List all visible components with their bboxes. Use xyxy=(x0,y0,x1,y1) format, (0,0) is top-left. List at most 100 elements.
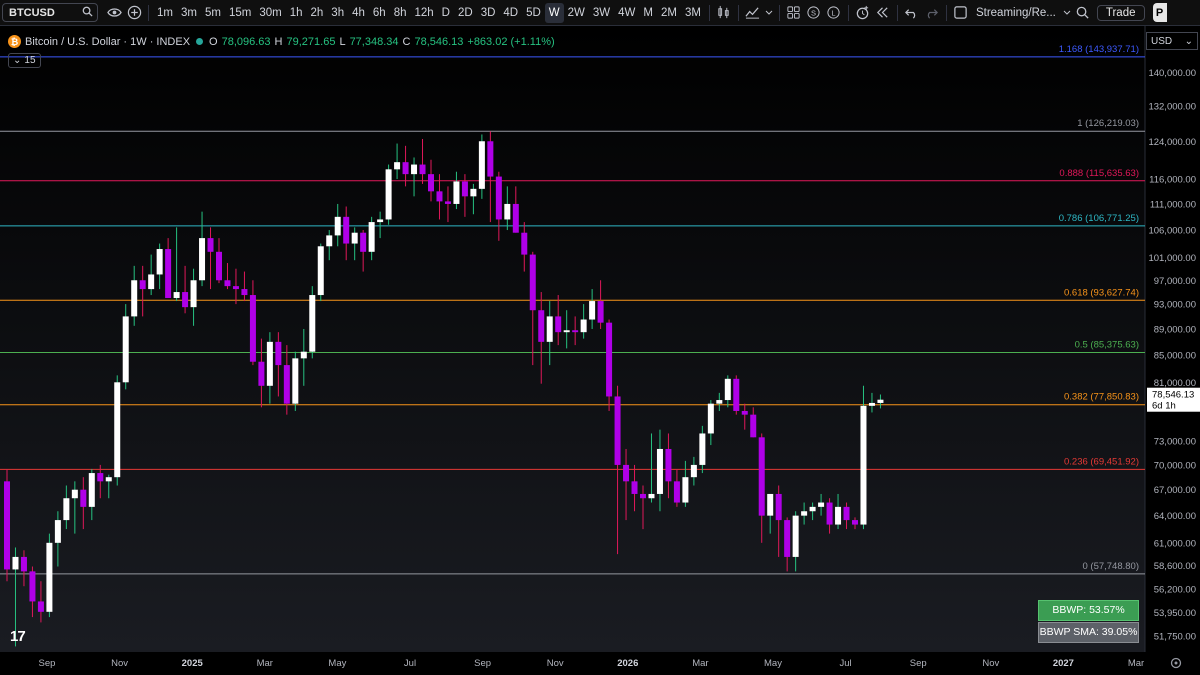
candle-body xyxy=(309,295,316,352)
candle-body xyxy=(71,489,78,499)
candle-body xyxy=(470,188,477,197)
candle-body xyxy=(648,493,655,499)
s-circle-icon[interactable]: S xyxy=(804,3,824,23)
interval-2d[interactable]: 2D xyxy=(454,3,477,23)
toolbar-separator xyxy=(896,4,898,21)
interval-8h[interactable]: 8h xyxy=(390,3,411,23)
last-price-tag: 78,546.13 6d 1h xyxy=(1147,387,1200,412)
time-tick-label: Mar xyxy=(1128,658,1144,669)
add-symbol-icon[interactable] xyxy=(124,3,144,23)
redo-icon[interactable] xyxy=(922,3,942,23)
interval-4h[interactable]: 4h xyxy=(348,3,369,23)
candle-body xyxy=(139,280,146,290)
high-label: H xyxy=(274,35,283,48)
candle-body xyxy=(190,280,197,308)
candle-body xyxy=(809,506,816,512)
candle-body xyxy=(343,216,350,244)
interval-5d[interactable]: 5D xyxy=(522,3,545,23)
candle-body xyxy=(224,280,231,287)
interval-5m[interactable]: 5m xyxy=(201,3,225,23)
interval-2h[interactable]: 2h xyxy=(307,3,328,23)
price-chart[interactable]: 1.168 (143,937.71) 1 (126,219.03) 0.888 (1… xyxy=(0,0,1200,675)
candle-body xyxy=(495,176,502,220)
interval-6h[interactable]: 6h xyxy=(369,3,390,23)
candle-body xyxy=(589,301,596,320)
search-icon[interactable] xyxy=(1073,3,1093,23)
interval-3m[interactable]: 3M xyxy=(681,3,705,23)
time-tick-label: Mar xyxy=(257,658,273,669)
candle-body xyxy=(606,322,613,397)
high-value: 79,271.65 xyxy=(286,35,336,48)
interval-3m[interactable]: 3m xyxy=(177,3,201,23)
candle-body xyxy=(165,249,172,299)
interval-w[interactable]: W xyxy=(544,2,564,23)
eye-icon[interactable] xyxy=(104,3,124,23)
candle-body xyxy=(682,477,689,503)
price-tick-label: 97,000.00 xyxy=(1154,276,1196,287)
candle-body xyxy=(631,481,638,494)
interval-3w[interactable]: 3W xyxy=(589,3,614,23)
candle-body xyxy=(63,498,70,521)
layouts-grid-icon[interactable] xyxy=(784,3,804,23)
interval-3d[interactable]: 3D xyxy=(477,3,500,23)
interval-m[interactable]: M xyxy=(639,3,657,23)
currency-selector[interactable]: USD ⌄ xyxy=(1146,32,1198,50)
tradingview-logo[interactable]: 17 xyxy=(10,628,26,645)
chevron-down-icon[interactable] xyxy=(763,3,775,23)
s-label: S xyxy=(811,8,816,17)
candle-body xyxy=(741,410,748,415)
replay-icon[interactable] xyxy=(873,3,893,23)
interval-15m[interactable]: 15m xyxy=(225,3,255,23)
interval-2w[interactable]: 2W xyxy=(564,3,589,23)
candle-body xyxy=(444,201,451,204)
price-tick-label: 73,000.00 xyxy=(1154,437,1196,448)
candle-body xyxy=(46,542,53,612)
candle-body xyxy=(326,235,333,247)
interval-4d[interactable]: 4D xyxy=(499,3,522,23)
candle xyxy=(46,533,53,618)
candle-body xyxy=(868,402,875,406)
price-tick-label: 64,000.00 xyxy=(1154,511,1196,522)
legend-title[interactable]: Bitcoin / U.S. Dollar · 1W · INDEX xyxy=(25,36,190,48)
interval-1m[interactable]: 1m xyxy=(153,3,177,23)
l-circle-icon[interactable]: L xyxy=(824,3,844,23)
interval-3h[interactable]: 3h xyxy=(327,3,348,23)
candle-body xyxy=(546,316,553,342)
time-tick-label: Nov xyxy=(111,658,128,669)
candle-body xyxy=(258,361,265,386)
candle-body xyxy=(614,396,621,465)
interval-30m[interactable]: 30m xyxy=(255,3,285,23)
trade-button[interactable]: Trade xyxy=(1096,4,1145,21)
candle xyxy=(122,304,129,390)
candle-body xyxy=(767,493,774,516)
publish-button[interactable]: P xyxy=(1152,3,1167,22)
alert-clock-icon[interactable] xyxy=(853,3,873,23)
layout-name[interactable]: Streaming/Re... xyxy=(971,7,1061,19)
candle xyxy=(385,164,392,225)
indicators-icon[interactable] xyxy=(743,3,763,23)
toolbar-separator xyxy=(708,4,710,21)
candle-body xyxy=(199,238,206,281)
candle-body xyxy=(784,520,791,557)
interval-d[interactable]: D xyxy=(438,3,454,23)
candle-body xyxy=(843,506,850,521)
price-axis-background xyxy=(1145,26,1200,652)
checkbox-icon[interactable] xyxy=(951,3,971,23)
time-tick-label: May xyxy=(764,658,782,669)
interval-4w[interactable]: 4W xyxy=(614,3,639,23)
candle-body xyxy=(283,365,290,404)
candle-body xyxy=(207,238,214,252)
interval-12h[interactable]: 12h xyxy=(410,3,437,23)
interval-2m[interactable]: 2M xyxy=(657,3,681,23)
price-tick-label: 85,000.00 xyxy=(1154,351,1196,362)
interval-1h[interactable]: 1h xyxy=(286,3,307,23)
indicators-toggle[interactable]: ⌄ 15 xyxy=(8,53,41,68)
candles-chart-type-icon[interactable] xyxy=(714,3,734,23)
symbol-search[interactable]: BTCUSD xyxy=(2,3,98,22)
chevron-down-icon[interactable] xyxy=(1061,3,1073,23)
fib-level-label: 1 (126,219.03) xyxy=(1077,118,1139,129)
undo-icon[interactable] xyxy=(902,3,922,23)
price-tick-label: 61,000.00 xyxy=(1154,538,1196,549)
candle-body xyxy=(724,378,731,401)
toolbar-separator xyxy=(737,4,739,21)
